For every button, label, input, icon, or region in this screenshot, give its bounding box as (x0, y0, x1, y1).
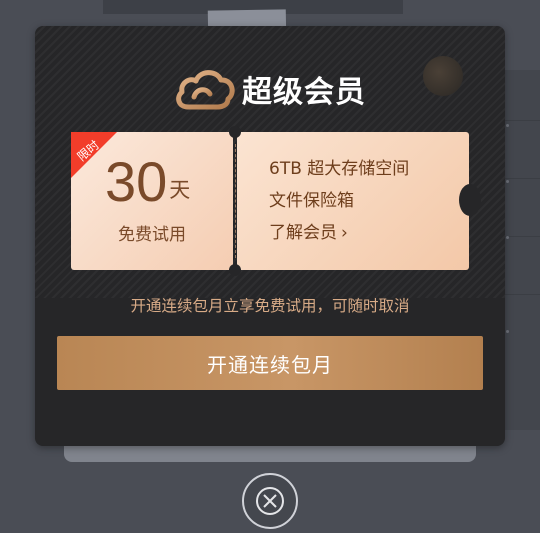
benefit-safe-box: 文件保险箱 (269, 191, 354, 211)
trial-days-number: 30 (105, 150, 168, 213)
free-trial-label: 免费试用 (118, 225, 186, 245)
close-icon (256, 487, 284, 515)
background-dot (506, 236, 509, 239)
trial-days-panel: 限时 30 天 免费试用 (71, 132, 233, 270)
benefit-storage: 6TB 超大存储空间 (269, 159, 410, 179)
background-dot (506, 180, 509, 183)
trial-days-unit: 天 (169, 178, 191, 202)
ticket-notch (229, 264, 241, 276)
trial-ticket: 限时 30 天 免费试用 6TB 超大存储空间 文件保险箱 了解会员 › (71, 126, 481, 276)
learn-more-link[interactable]: 了解会员 › (269, 218, 348, 243)
ticket-perforation (235, 144, 236, 258)
ticket-notch (229, 126, 241, 138)
background-dot (506, 330, 509, 333)
chevron-right-icon: › (341, 223, 348, 243)
modal-header: 超级会员 (35, 64, 505, 114)
subscription-note: 开通连续包月立享免费试用，可随时取消 (130, 297, 410, 315)
vip-promo-modal: 超级会员 限时 30 天 免费试用 6TB 超大存储空间 文件保险箱 了解会员 ›… (35, 26, 505, 446)
ticket-side-notch (459, 184, 481, 216)
modal-title: 超级会员 (242, 75, 366, 110)
close-button[interactable] (242, 473, 298, 529)
cloud-icon (176, 70, 235, 110)
trial-days: 30 天 (105, 154, 190, 210)
background-dot (506, 124, 509, 127)
subscribe-monthly-button[interactable]: 开通连续包月 (57, 336, 483, 390)
learn-more-label: 了解会员 (269, 223, 337, 243)
